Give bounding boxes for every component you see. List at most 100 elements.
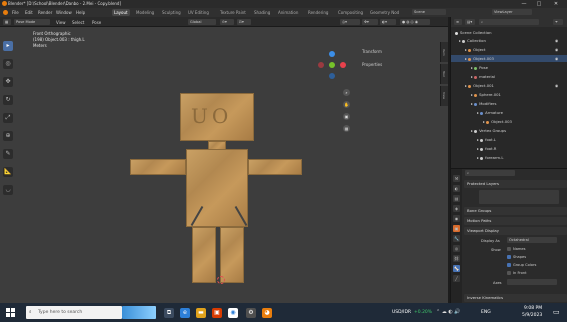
outliner-row[interactable]: ▸ Collection ◉	[451, 37, 567, 44]
gizmo-y-axis[interactable]	[329, 62, 335, 68]
system-tray-icons[interactable]: ⌃ ☁ ◐ 🔊	[436, 309, 461, 315]
outliner-row[interactable]: ▸ Object.003	[451, 118, 567, 125]
robot-head[interactable]: UO	[180, 93, 254, 141]
robot-arm-left[interactable]	[248, 159, 302, 175]
outliner-row[interactable]: ▸ foot.L	[451, 136, 567, 143]
language-indicator[interactable]: ENG	[481, 310, 491, 315]
side-tab-item[interactable]: Item	[440, 42, 448, 62]
camera-view-icon[interactable]: ▣	[343, 113, 350, 120]
outliner-search[interactable]: ⌕	[479, 19, 539, 25]
section-inverse-kinematics[interactable]: Inverse Kinematics	[464, 294, 567, 302]
menu-edit[interactable]: Edit	[25, 10, 33, 15]
tab-sculpting[interactable]: Sculpting	[160, 9, 183, 16]
show-shapes-checkbox[interactable]: Shapes	[507, 255, 526, 259]
currency-label[interactable]: USD/IDR	[392, 310, 411, 315]
constraint-tab-icon[interactable]: ⛓	[453, 255, 460, 262]
maximize-button[interactable]: □	[532, 0, 546, 8]
outliner-row[interactable]: ▸ Pose	[451, 64, 567, 71]
robot-leg-right[interactable]	[192, 227, 216, 283]
properties-search[interactable]: ⌕	[465, 170, 515, 176]
world-tab-icon[interactable]: ◉	[453, 215, 460, 222]
tab-layout[interactable]: Layout	[112, 9, 130, 16]
display-mode-dropdown[interactable]: ▤▾	[465, 19, 475, 25]
tab-shading[interactable]: Shading	[252, 9, 272, 16]
show-group-colors-checkbox[interactable]: Group Colors	[507, 263, 536, 267]
gizmo-x-axis[interactable]	[340, 62, 346, 68]
robot-leg-left[interactable]	[220, 227, 244, 283]
scale-tool-icon[interactable]: ⤢	[3, 113, 13, 123]
robot-arm-right[interactable]	[130, 159, 186, 175]
danbo-model[interactable]: UO	[130, 87, 320, 287]
tab-uv-editing[interactable]: UV Editing	[186, 9, 211, 16]
mode-dropdown[interactable]: Pose Mode	[14, 19, 50, 25]
3d-viewport[interactable]: Front Orthographic (198) Object.003 : th…	[0, 27, 448, 303]
overlay-toggle[interactable]: ◐▾	[380, 19, 396, 25]
menu-help[interactable]: Help	[76, 10, 85, 15]
search-highlight-image[interactable]	[122, 306, 156, 319]
start-button[interactable]	[6, 308, 15, 317]
zoom-icon[interactable]: ⌕	[343, 89, 350, 96]
orientation-dropdown[interactable]: Global	[188, 19, 216, 25]
measure-tool-icon[interactable]: 📐	[3, 167, 13, 177]
properties-panel-header[interactable]: Properties	[362, 62, 382, 67]
show-names-checkbox[interactable]: Names	[507, 247, 525, 251]
visibility-eye-icon[interactable]: ◉	[555, 55, 558, 62]
outliner-row[interactable]: ▸ foot.R	[451, 145, 567, 152]
scene-tab-icon[interactable]: ◈	[453, 205, 460, 212]
move-tool-icon[interactable]: ✥	[3, 77, 13, 87]
physics-tab-icon[interactable]: ◎	[453, 245, 460, 252]
visibility-eye-icon[interactable]: ◉	[555, 46, 558, 53]
menu-view[interactable]: View	[56, 20, 66, 25]
minimize-button[interactable]: —	[517, 0, 531, 8]
gizmo-x-neg-axis[interactable]	[318, 62, 324, 68]
render-tab-icon[interactable]: ◐	[453, 185, 460, 192]
visibility-eye-icon[interactable]: ◉	[555, 37, 558, 44]
snap-toggle[interactable]: ⊡▾	[237, 19, 251, 25]
select-box-tool-icon[interactable]: ▸	[3, 41, 13, 51]
gizmo-toggle[interactable]: ✥▾	[362, 19, 378, 25]
outliner-editor-icon[interactable]: ≡	[454, 19, 462, 25]
side-tab-view[interactable]: View	[440, 86, 448, 106]
tab-rendering[interactable]: Rendering	[306, 9, 330, 16]
outliner-row[interactable]: ▸ Sphere.001	[451, 91, 567, 98]
office-icon[interactable]: ▣	[212, 308, 222, 318]
outliner-row[interactable]: ▸ Armature	[451, 109, 567, 116]
pivot-dropdown[interactable]: ⊙▾	[220, 19, 234, 25]
gizmo-z-axis[interactable]	[329, 51, 335, 57]
layer-grid[interactable]	[479, 190, 559, 204]
cursor-tool-icon[interactable]: ◎	[3, 59, 13, 69]
section-viewport-display[interactable]: Viewport Display	[464, 227, 567, 235]
outliner-row[interactable]: ▸ Vertex Groups	[451, 127, 567, 134]
3d-cursor[interactable]	[217, 276, 225, 284]
settings-icon[interactable]: ⚙	[246, 308, 256, 318]
annotate-tool-icon[interactable]: ✎	[3, 149, 13, 159]
scene-selector[interactable]: Scene	[412, 9, 446, 15]
navigation-gizmo[interactable]	[318, 51, 346, 79]
tab-compositing[interactable]: Compositing	[336, 9, 365, 16]
shading-modes[interactable]: ● ◍ ◎ ◉	[400, 19, 430, 25]
gizmo-z-neg-axis[interactable]	[329, 73, 335, 79]
taskbar-search[interactable]: ⌕ Type here to search	[26, 306, 122, 319]
blender-taskbar-icon[interactable]: ◕	[262, 308, 272, 318]
outliner-row[interactable]: ▸ forearm.L	[451, 154, 567, 161]
section-protected-layers[interactable]: Protected Layers	[464, 180, 567, 188]
transform-tool-icon[interactable]: ⊕	[3, 131, 13, 141]
pose-tool-icon[interactable]: ◡	[3, 185, 13, 195]
close-button[interactable]: ✕	[549, 0, 563, 8]
visibility-dropdown[interactable]: ◎▾	[340, 19, 360, 25]
rotate-tool-icon[interactable]: ↻	[3, 95, 13, 105]
notification-icon[interactable]: ▭	[553, 308, 560, 316]
ortho-toggle-icon[interactable]: ▦	[343, 125, 350, 132]
menu-pose[interactable]: Pose	[92, 20, 101, 25]
chrome-icon[interactable]: ◉	[228, 308, 238, 318]
outliner-row[interactable]: ▸ Modifiers	[451, 100, 567, 107]
filter-icon[interactable]: ⏷	[553, 19, 563, 25]
pan-icon[interactable]: ✋	[343, 101, 350, 108]
edge-icon[interactable]: e	[180, 308, 190, 318]
blender-menu-icon[interactable]	[3, 10, 8, 15]
bone-tab-icon[interactable]: ╱	[453, 275, 460, 282]
side-tab-tool[interactable]: Tool	[440, 64, 448, 84]
axes-toggle[interactable]	[507, 279, 557, 285]
tab-geometry-nodes[interactable]: Geometry Nod	[368, 9, 401, 16]
section-bone-groups[interactable]: Bone Groups	[464, 207, 567, 215]
